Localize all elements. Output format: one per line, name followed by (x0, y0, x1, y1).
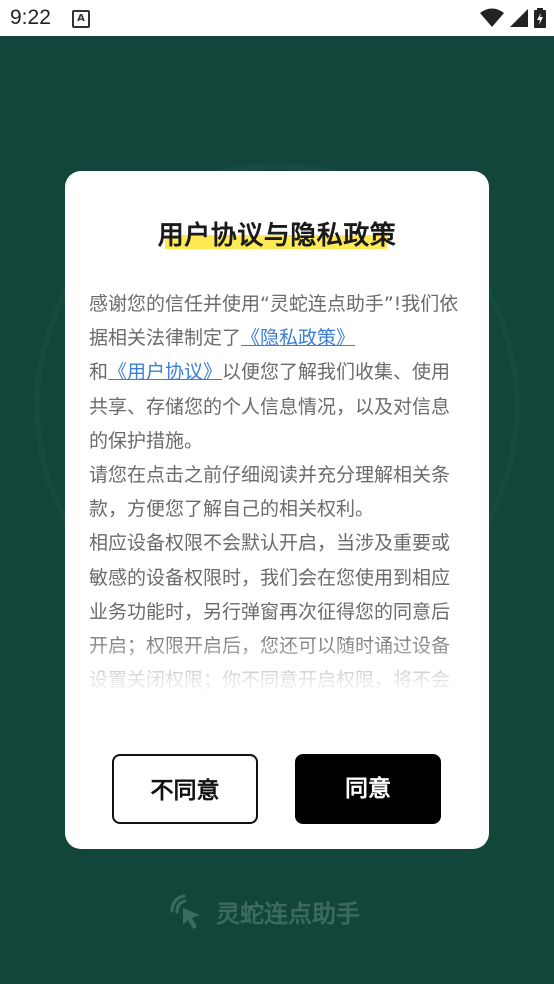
body-paragraph-1: 感谢您的信任并使用“灵蛇连点助手”!我们依据相关法律制定了《隐私政策》 和《用户协… (89, 287, 467, 458)
body-text-and: 和 (89, 361, 109, 384)
dialog-title: 用户协议与隐私政策 (157, 221, 397, 251)
wifi-icon (480, 8, 504, 27)
a-icon: A (72, 10, 90, 28)
privacy-dialog: 用户协议与隐私政策 感谢您的信任并使用“灵蛇连点助手”!我们依据相关法律制定了《… (65, 171, 489, 849)
privacy-policy-link[interactable]: 《隐私政策》 (241, 327, 355, 349)
brand-name: 灵蛇连点助手 (216, 899, 360, 928)
status-time: 9:22 (10, 6, 51, 29)
disagree-button[interactable]: 不同意 (112, 754, 258, 824)
tap-cursor-icon (170, 894, 200, 929)
body-paragraph-3: 相应设备权限不会默认开启，当涉及重要或敏感的设备权限时，我们会在您使用到相应业务… (89, 532, 451, 707)
body-paragraph-2: 请您在点击之前仔细阅读并充分理解相关条款，方便您了解自己的相关权利。 (89, 464, 451, 521)
app-brand: 灵蛇连点助手 (166, 888, 360, 934)
status-bar: 9:22 A (0, 0, 554, 36)
status-icons (480, 8, 546, 28)
dialog-body[interactable]: 感谢您的信任并使用“灵蛇连点助手”!我们依据相关法律制定了《隐私政策》 和《用户协… (89, 287, 467, 707)
user-agreement-link[interactable]: 《用户协议》 (108, 361, 222, 383)
battery-icon (534, 8, 546, 28)
signal-icon (510, 9, 528, 27)
agree-button[interactable]: 同意 (295, 754, 441, 824)
